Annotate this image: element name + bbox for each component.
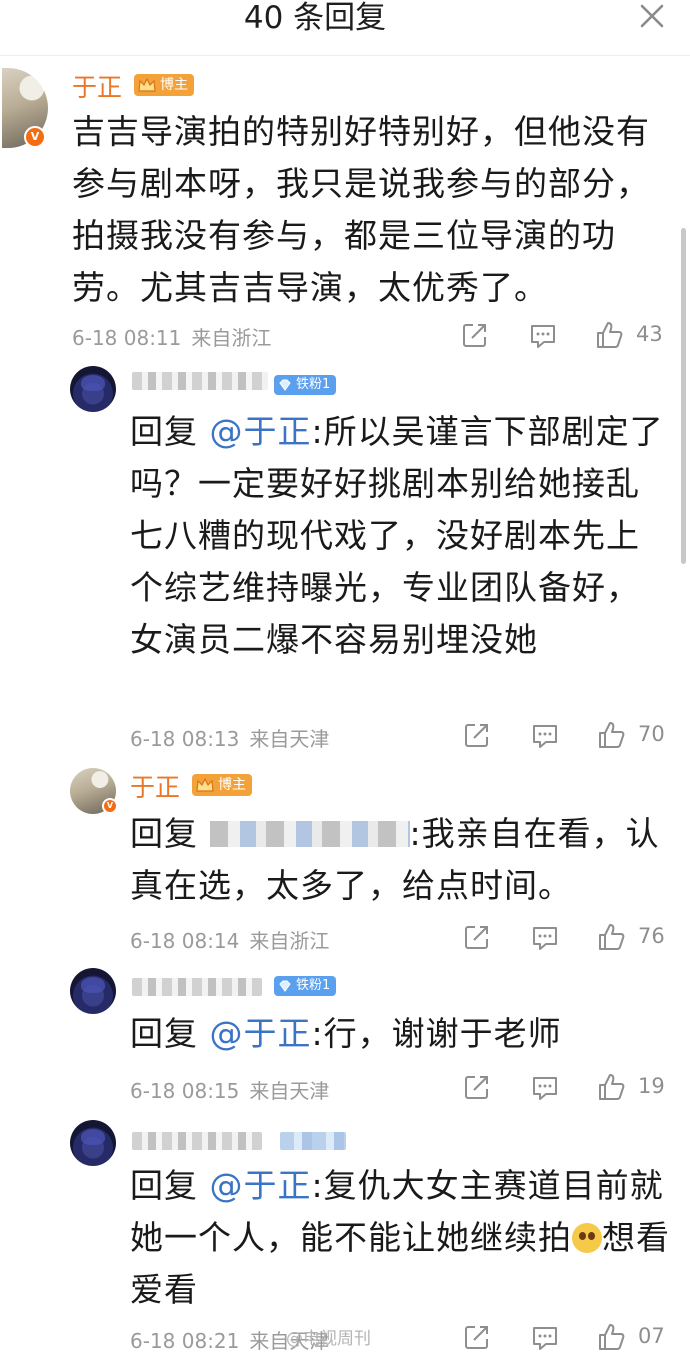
badge-label: 铁粉1	[296, 377, 331, 392]
like-count: 76	[638, 924, 665, 948]
diamond-icon	[279, 980, 291, 992]
username-redacted	[132, 372, 268, 390]
header-title: 40 条回复	[243, 0, 387, 36]
comment-button[interactable]	[528, 320, 558, 354]
verified-icon: V	[102, 798, 118, 814]
like-icon	[599, 924, 625, 950]
share-icon	[463, 324, 486, 347]
watermark: @电视周刊	[286, 1329, 371, 1349]
verified-icon: V	[24, 126, 46, 148]
comment-icon	[531, 325, 555, 348]
comment-meta: 6-18 08:13 来自天津	[130, 723, 329, 752]
close-button[interactable]	[636, 0, 668, 32]
comment-actions: 07	[462, 1322, 690, 1356]
comment-meta: 6-18 08:11 来自浙江	[72, 322, 271, 351]
like-button[interactable]: 76	[596, 922, 665, 956]
scrollbar[interactable]	[681, 228, 686, 564]
crown-icon	[138, 77, 156, 92]
reply-text: 回复 @于正:复仇大女主赛道目前就她一个人，能不能让她继续拍 想看爱看	[130, 1160, 670, 1316]
badge-label: 博主	[218, 777, 246, 793]
comment-actions: 76	[462, 922, 690, 956]
share-button[interactable]	[462, 1322, 492, 1356]
username-redacted	[132, 1132, 262, 1150]
like-button[interactable]: 43	[594, 320, 663, 354]
like-button[interactable]: 19	[596, 1072, 665, 1106]
reply-text-body: :行，谢谢于老师	[311, 1014, 562, 1053]
username-redacted	[132, 978, 262, 996]
timestamp: 6-18 08:21	[130, 1329, 240, 1353]
like-icon	[599, 722, 625, 748]
like-count: 07	[638, 1324, 665, 1348]
fan-badge: 铁粉1	[274, 375, 337, 395]
comment-actions: 19	[462, 1072, 690, 1106]
share-button[interactable]	[462, 720, 492, 754]
like-button[interactable]: 07	[596, 1322, 665, 1356]
blogger-badge: 博主	[192, 774, 252, 796]
comment-text: 吉吉导演拍的特别好特别好，但他没有参与剧本呀，我只是说我参与的部分，拍摄我没有参…	[72, 106, 672, 314]
timestamp: 6-18 08:13	[130, 727, 240, 751]
badge-redacted	[280, 1132, 346, 1150]
share-icon	[465, 1326, 488, 1349]
comment-button[interactable]	[530, 922, 560, 956]
badge-label: 铁粉1	[296, 978, 331, 993]
comment-meta: 6-18 08:15 来自天津	[130, 1075, 329, 1104]
timestamp: 6-18 08:14	[130, 929, 240, 953]
mention-link[interactable]: @于正	[210, 412, 312, 451]
username[interactable]: 于正	[130, 768, 180, 804]
comment-button[interactable]	[530, 720, 560, 754]
like-count: 70	[638, 722, 665, 746]
like-icon	[597, 322, 623, 348]
comment-button[interactable]	[530, 1072, 560, 1106]
share-button[interactable]	[460, 320, 490, 354]
reply-prefix: 回复	[130, 1014, 198, 1053]
like-button[interactable]: 70	[596, 720, 665, 754]
comment-actions: 70	[462, 720, 690, 754]
like-icon	[599, 1074, 625, 1100]
mention-redacted	[209, 821, 410, 847]
username[interactable]: 于正	[72, 68, 122, 104]
location: 来自浙江	[249, 929, 330, 953]
comment-meta: 6-18 08:14 来自浙江	[130, 925, 329, 954]
comment-button[interactable]	[530, 1322, 560, 1356]
location: 来自浙江	[191, 326, 272, 350]
location: 来自天津	[249, 1079, 330, 1103]
like-icon	[599, 1324, 625, 1350]
reply-text: 回复 @于正:行，谢谢于老师	[130, 1008, 670, 1060]
avatar[interactable]	[70, 366, 116, 412]
comment-text-body: 吉吉导演拍的特别好特别好，但他没有参与剧本呀，我只是说我参与的部分，拍摄我没有参…	[72, 112, 650, 307]
share-icon	[465, 926, 488, 949]
timestamp: 6-18 08:11	[72, 326, 182, 350]
location: 来自天津	[249, 727, 330, 751]
like-count: 43	[636, 322, 663, 346]
badge-label: 博主	[160, 77, 188, 93]
avatar[interactable]	[70, 1120, 116, 1166]
reply-header: 40 条回复	[0, 0, 690, 56]
comment-icon	[533, 1327, 557, 1350]
emoji-icon	[572, 1223, 602, 1253]
comment-icon	[533, 725, 557, 748]
reply-prefix: 回复	[130, 1166, 198, 1205]
fan-badge: 铁粉1	[274, 976, 337, 996]
share-button[interactable]	[462, 922, 492, 956]
share-button[interactable]	[462, 1072, 492, 1106]
comment-actions: 43	[460, 320, 690, 354]
crown-icon	[196, 777, 214, 792]
mention-link[interactable]: @于正	[210, 1014, 312, 1053]
close-icon	[640, 4, 664, 28]
reply-text: 回复 :我亲自在看，认真在选，太多了，给点时间。	[130, 808, 670, 912]
reply-text: 回复 @于正:所以吴谨言下部剧定了吗？一定要好好挑剧本别给她接乱七八糟的现代戏了…	[130, 406, 670, 666]
avatar[interactable]	[70, 968, 116, 1014]
like-count: 19	[638, 1074, 665, 1098]
comment-icon	[533, 927, 557, 950]
diamond-icon	[279, 379, 291, 391]
comment-icon	[533, 1077, 557, 1100]
blogger-badge: 博主	[134, 74, 194, 96]
share-icon	[465, 724, 488, 747]
reply-prefix: 回复	[130, 412, 198, 451]
timestamp: 6-18 08:15	[130, 1079, 240, 1103]
reply-prefix: 回复	[130, 814, 198, 853]
mention-link[interactable]: @于正	[210, 1166, 312, 1205]
share-icon	[465, 1076, 488, 1099]
